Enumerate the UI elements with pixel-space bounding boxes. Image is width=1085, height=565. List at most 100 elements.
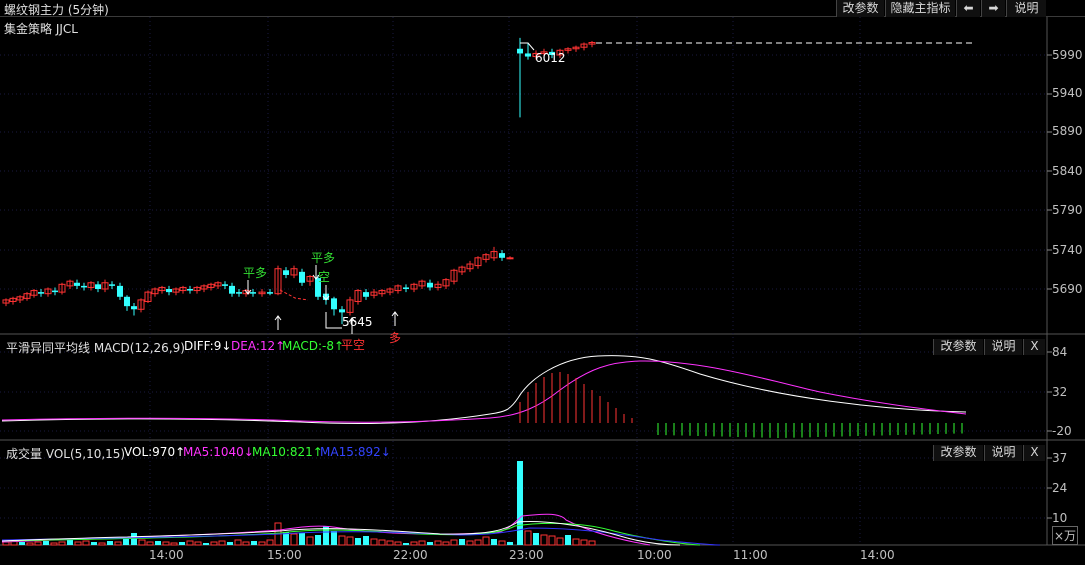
volume-bar <box>588 540 596 546</box>
volume-bar <box>227 542 233 545</box>
candle-body <box>283 270 289 275</box>
price-tick: 5990 <box>1052 48 1083 62</box>
macd-name: 平滑异同平均线 MACD(12,26,9) <box>6 341 185 355</box>
time-tick: 14:00 <box>860 548 895 562</box>
volume-bar <box>355 538 361 545</box>
volume-bar <box>138 539 146 546</box>
price-tick: 5940 <box>1052 86 1083 100</box>
volume-bar <box>315 535 321 545</box>
volume-bar <box>394 541 402 546</box>
volume-bar <box>2 541 10 546</box>
candle-body <box>427 282 433 288</box>
vol-tick: 24 <box>1052 481 1068 495</box>
volume-bar <box>74 541 82 546</box>
time-tick: 15:00 <box>267 548 302 562</box>
volume-bar <box>26 542 34 546</box>
volume-bar <box>98 542 106 546</box>
candle-body <box>363 292 369 297</box>
macd-diff-line <box>1 355 967 425</box>
volume-bar <box>242 541 250 546</box>
volume-bar <box>91 542 97 545</box>
macd-close-icon[interactable]: X <box>1023 339 1045 355</box>
vol-params-button[interactable]: 改参数 <box>933 445 983 461</box>
volume-bar <box>131 533 137 545</box>
volume-bar <box>210 541 218 546</box>
volume-bar <box>218 540 226 546</box>
volume-bar <box>498 540 506 546</box>
vol-name: 成交量 VOL(5,10,15) <box>6 447 126 461</box>
signal-label: 平多 <box>311 251 336 265</box>
volume-bar <box>491 539 497 545</box>
volume-bar <box>155 541 161 545</box>
volume-bar <box>43 541 49 545</box>
volume-bar <box>370 538 378 546</box>
vol-tick: 10 <box>1052 511 1068 525</box>
volume-bar <box>403 543 409 545</box>
price-tick: 5790 <box>1052 203 1083 217</box>
signal-connector <box>279 289 309 301</box>
volume-bar <box>179 542 185 545</box>
volume-bar <box>306 536 314 546</box>
signal-label: 多 <box>389 331 402 345</box>
candle-body <box>166 289 172 293</box>
candle-body <box>38 292 44 294</box>
volume-bar <box>67 540 73 545</box>
volume-bar <box>363 536 369 545</box>
vol-close-icon[interactable]: X <box>1023 445 1045 461</box>
volume-bar <box>258 541 266 546</box>
volume-bar <box>378 539 386 546</box>
volume-bar <box>556 537 564 546</box>
macd-params-button[interactable]: 改参数 <box>933 339 983 355</box>
price-tick: 5740 <box>1052 243 1083 257</box>
candle-body <box>95 284 101 289</box>
macd-tick: 84 <box>1052 345 1068 359</box>
volume-bar <box>346 536 354 546</box>
candle-body <box>525 53 531 57</box>
candle-body <box>331 298 337 310</box>
time-tick: 23:00 <box>509 548 544 562</box>
candle-body <box>117 285 123 297</box>
volume-bar <box>524 530 532 546</box>
volume-bar <box>466 540 474 546</box>
volume-bar <box>482 536 490 546</box>
strategy-label: 集金策略 JJCL <box>4 22 78 36</box>
volume-bar <box>266 539 274 546</box>
macd-help-button[interactable]: 说明 <box>984 339 1022 355</box>
volume-bar <box>386 540 394 546</box>
volume-bar <box>290 533 298 546</box>
volume-bar <box>507 542 513 545</box>
vol-tick: 37 <box>1052 451 1068 465</box>
candle-body <box>229 285 235 294</box>
candle-body <box>81 285 87 288</box>
kline-chart[interactable] <box>0 0 1085 565</box>
volume-bar <box>427 542 433 545</box>
candle-body <box>250 292 256 294</box>
price-tick: 5690 <box>1052 282 1083 296</box>
candle-body <box>52 290 58 293</box>
vol-ma15: MA15:892↓ <box>320 445 391 459</box>
time-tick: 22:00 <box>393 548 428 562</box>
signal-label: 平多 <box>243 266 268 280</box>
volume-bar <box>418 540 426 546</box>
volume-bar <box>299 533 305 545</box>
volume-bar <box>234 539 242 546</box>
volume-bar <box>533 533 539 545</box>
price-tick: 5890 <box>1052 124 1083 138</box>
vol-ma5: MA5:1040↓ <box>183 445 254 459</box>
candle-body <box>506 257 514 260</box>
time-tick: 14:00 <box>149 548 184 562</box>
candle-body <box>124 296 130 307</box>
low-price-label: 5645 <box>342 315 373 329</box>
vol-help-button[interactable]: 说明 <box>984 445 1022 461</box>
candle-body <box>403 287 409 289</box>
macd-value: MACD:-8↑ <box>282 339 345 353</box>
volume-bar <box>82 540 90 546</box>
candle-body <box>131 306 137 310</box>
high-price-label: 6012 <box>535 51 566 65</box>
candle-body <box>517 48 523 54</box>
candle-body <box>267 292 273 294</box>
volume-bar <box>34 541 42 546</box>
candle-body <box>299 271 305 283</box>
volume-bar <box>114 541 122 546</box>
signal-label: 空 <box>318 270 331 284</box>
